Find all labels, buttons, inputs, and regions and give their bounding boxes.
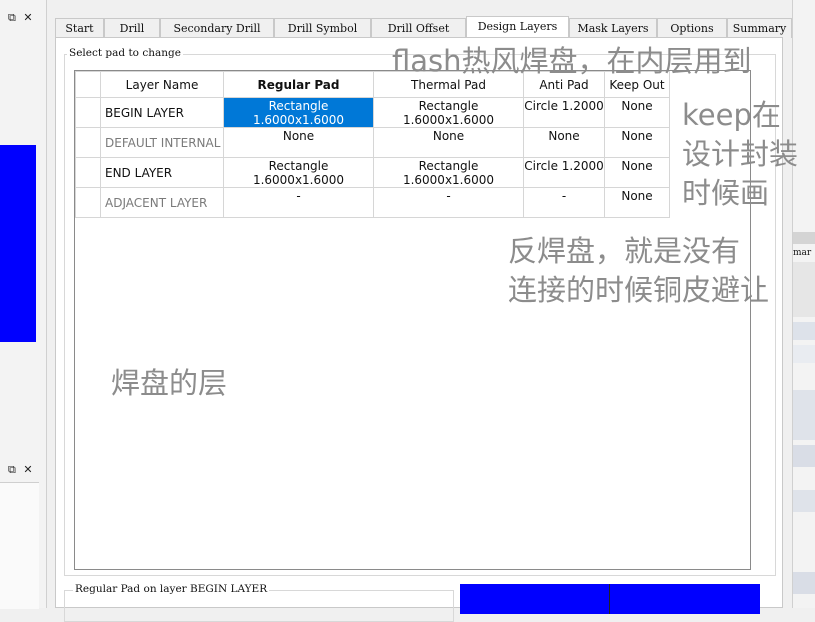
group-label: Select pad to change bbox=[67, 47, 183, 59]
annotation-keep: keep在 设计封装 时候画 bbox=[682, 96, 798, 213]
cell-text: None bbox=[548, 129, 580, 143]
regular-pad-cell[interactable]: None bbox=[223, 127, 374, 158]
table-row[interactable]: END LAYER Rectangle 1.6000x1.6000 Rectan… bbox=[75, 157, 670, 188]
column-header: Regular Pad bbox=[223, 71, 374, 98]
cell-text: None bbox=[621, 189, 653, 203]
anti-pad-cell[interactable]: - bbox=[523, 187, 605, 218]
cell-text: Circle 1.2000 bbox=[524, 159, 604, 173]
cell-text: - bbox=[446, 189, 451, 203]
tab-secondary-drill[interactable]: Secondary Drill bbox=[160, 18, 274, 38]
anti-pad-cell[interactable]: Circle 1.2000 bbox=[523, 97, 605, 128]
tab-drill-symbol[interactable]: Drill Symbol bbox=[274, 18, 371, 38]
cell-text: None bbox=[621, 159, 653, 173]
cell-text: Rectangle 1.6000x1.6000 bbox=[402, 99, 495, 127]
tab-options[interactable]: Options bbox=[657, 18, 727, 38]
cell-text: Rectangle 1.6000x1.6000 bbox=[252, 159, 345, 187]
pad-preview-label: Regular Pad on layer BEGIN LAYER bbox=[73, 583, 270, 595]
layers-table: Layer Name Regular Pad Thermal Pad Anti … bbox=[75, 71, 670, 218]
layers-grid: Layer Name Regular Pad Thermal Pad Anti … bbox=[74, 70, 751, 570]
cell-text: None bbox=[621, 129, 653, 143]
left-lower-panel bbox=[0, 482, 39, 609]
table-row[interactable]: DEFAULT INTERNAL None None None None bbox=[75, 127, 670, 158]
annotation-keep-line: 时候画 bbox=[682, 176, 770, 210]
row-header-corner bbox=[75, 71, 101, 98]
right-panel-row bbox=[793, 490, 815, 512]
right-panel-text: mar bbox=[793, 248, 812, 258]
tab-summary[interactable]: Summary bbox=[727, 18, 792, 38]
regular-pad-cell[interactable]: Rectangle 1.6000x1.6000 bbox=[223, 157, 374, 188]
right-panel-row bbox=[793, 345, 815, 363]
cell-text: - bbox=[561, 189, 567, 203]
annotation-keep-line: keep在 bbox=[682, 98, 781, 132]
annotation-layer: 焊盘的层 bbox=[111, 366, 228, 400]
layer-name-cell: END LAYER bbox=[100, 157, 224, 188]
column-header: Layer Name bbox=[100, 71, 224, 98]
row-header[interactable] bbox=[75, 97, 101, 128]
keep-out-cell[interactable]: None bbox=[604, 187, 670, 218]
pad-preview-canvas bbox=[460, 584, 760, 614]
tab-bar: Start Drill Secondary Drill Drill Symbol… bbox=[55, 16, 792, 38]
keep-out-cell[interactable]: None bbox=[604, 157, 670, 188]
preview-divider bbox=[609, 584, 610, 614]
annotation-flash: flash热风焊盘，在内层用到 bbox=[392, 44, 752, 78]
regular-pad-cell[interactable]: - bbox=[223, 187, 374, 218]
anti-pad-cell[interactable]: None bbox=[523, 127, 605, 158]
cell-text: Rectangle 1.6000x1.6000 bbox=[402, 159, 495, 187]
row-header[interactable] bbox=[75, 157, 101, 188]
tab-mask-layers[interactable]: Mask Layers bbox=[569, 18, 657, 38]
thermal-pad-cell[interactable]: Rectangle 1.6000x1.6000 bbox=[373, 97, 524, 128]
thermal-pad-cell[interactable]: None bbox=[373, 127, 524, 158]
cell-text: None bbox=[432, 129, 465, 143]
right-panel-row bbox=[793, 572, 815, 594]
keep-out-cell[interactable]: None bbox=[604, 97, 670, 128]
tab-drill-offset[interactable]: Drill Offset bbox=[371, 18, 466, 38]
right-panel-header bbox=[793, 232, 815, 244]
right-panel-section bbox=[793, 262, 815, 317]
right-panel-row bbox=[793, 445, 815, 467]
tab-design-layers[interactable]: Design Layers bbox=[466, 16, 569, 38]
dock-controls-bottom[interactable]: ⧉ ✕ bbox=[8, 463, 35, 477]
table-row[interactable]: ADJACENT LAYER - - - None bbox=[75, 187, 670, 218]
right-panel-row bbox=[793, 322, 815, 340]
cell-text: Rectangle 1.6000x1.6000 bbox=[252, 99, 345, 127]
thermal-pad-cell[interactable]: - bbox=[373, 187, 524, 218]
right-panel-row bbox=[793, 390, 815, 440]
cell-text: - bbox=[296, 189, 301, 203]
left-dock-panel: ⧉ ✕ ⧉ ✕ bbox=[0, 0, 47, 609]
keep-out-cell[interactable]: None bbox=[604, 127, 670, 158]
tab-drill[interactable]: Drill bbox=[104, 18, 160, 38]
right-dock-panel: mar bbox=[792, 0, 815, 608]
annotation-anti: 反焊盘，就是没有 连接的时候铜皮避让 bbox=[508, 232, 769, 310]
layer-name-cell: DEFAULT INTERNAL bbox=[100, 127, 224, 158]
annotation-anti-line: 连接的时候铜皮避让 bbox=[508, 273, 770, 307]
annotation-anti-line: 反焊盘，就是没有 bbox=[508, 234, 741, 268]
cell-text: None bbox=[621, 99, 653, 113]
anti-pad-cell[interactable]: Circle 1.2000 bbox=[523, 157, 605, 188]
cell-text: None bbox=[282, 129, 315, 143]
table-row[interactable]: BEGIN LAYER Rectangle 1.6000x1.6000 Rect… bbox=[75, 97, 670, 128]
row-header[interactable] bbox=[75, 187, 101, 218]
layer-name-cell: ADJACENT LAYER bbox=[100, 187, 224, 218]
tab-start[interactable]: Start bbox=[55, 18, 104, 38]
thermal-pad-cell[interactable]: Rectangle 1.6000x1.6000 bbox=[373, 157, 524, 188]
annotation-keep-line: 设计封装 bbox=[682, 137, 799, 171]
regular-pad-cell[interactable]: Rectangle 1.6000x1.6000 bbox=[223, 97, 374, 128]
layer-name-cell: BEGIN LAYER bbox=[100, 97, 224, 128]
left-preview-blue bbox=[0, 145, 36, 342]
dock-controls-top[interactable]: ⧉ ✕ bbox=[8, 11, 35, 25]
cell-text: Circle 1.2000 bbox=[524, 99, 604, 113]
row-header[interactable] bbox=[75, 127, 101, 158]
